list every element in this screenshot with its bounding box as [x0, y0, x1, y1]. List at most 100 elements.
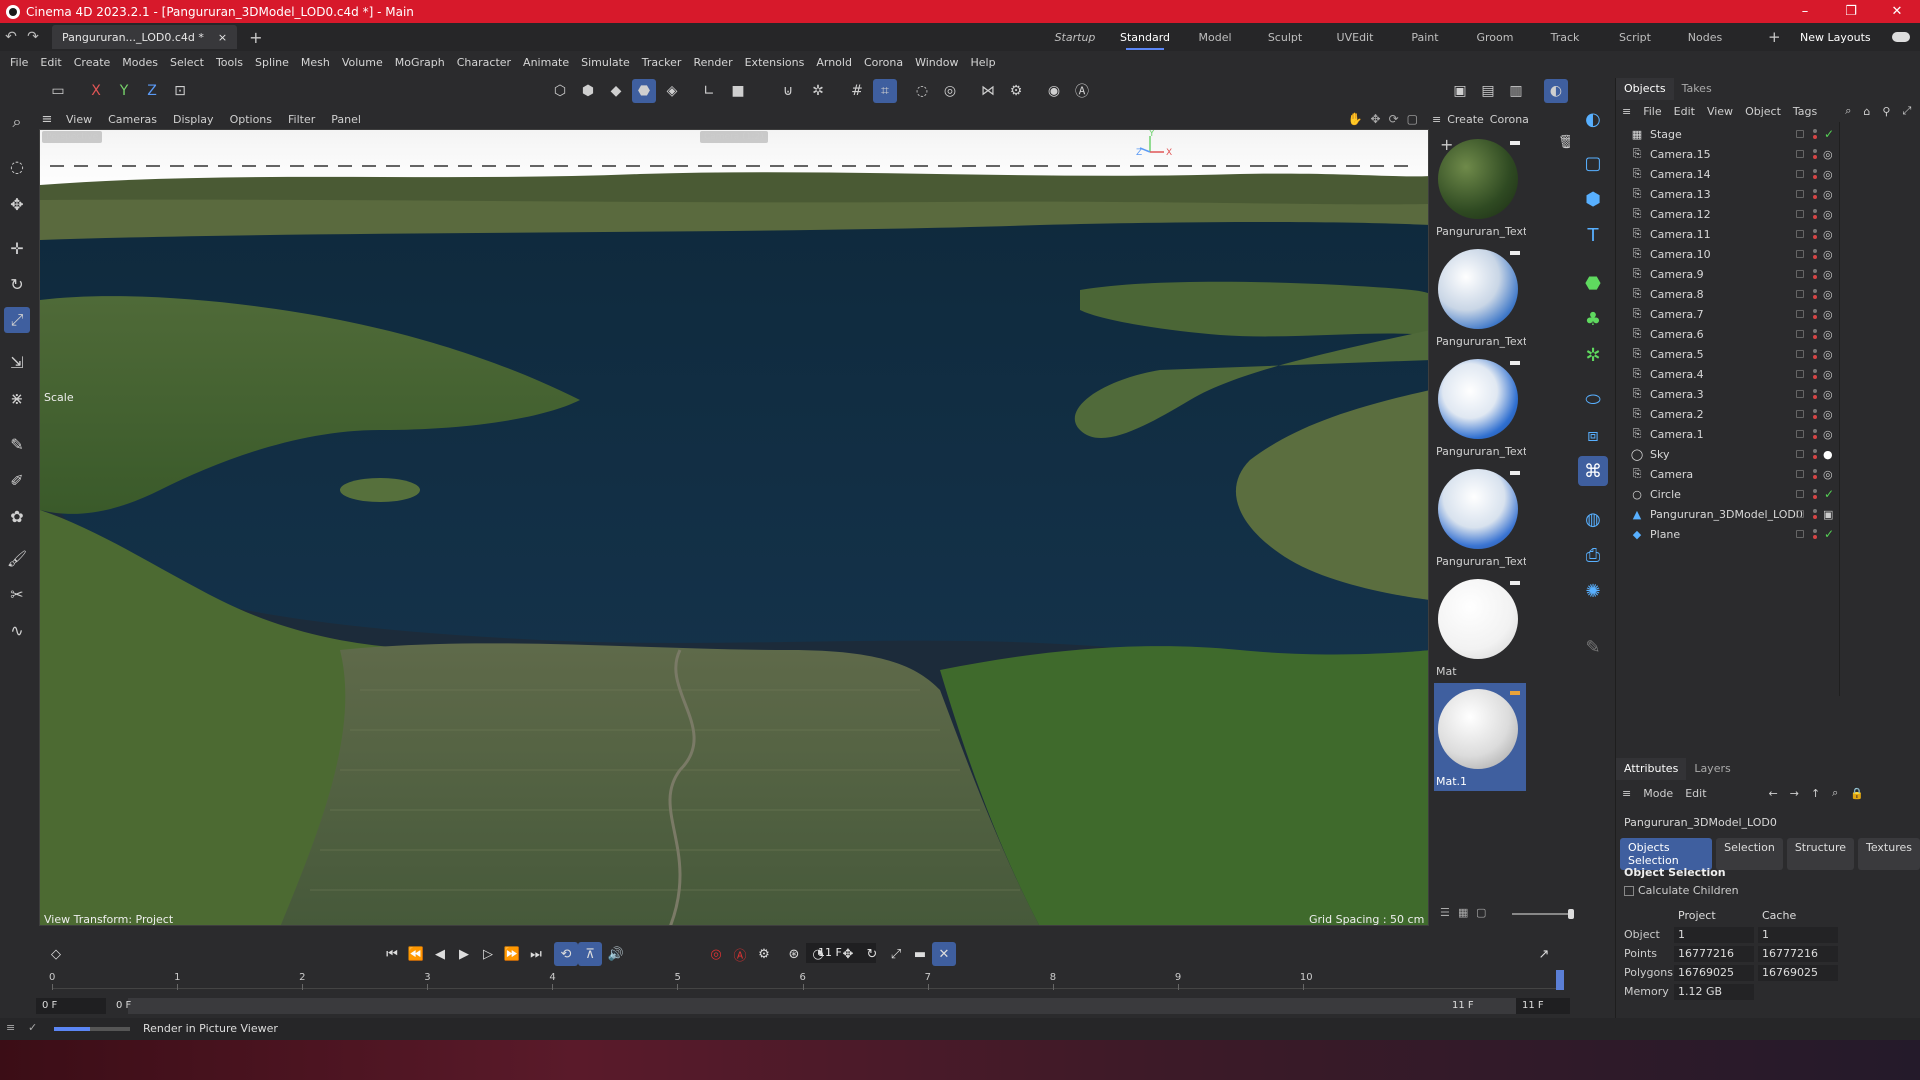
cloner-icon[interactable]: ♣	[1578, 304, 1608, 334]
generator-icon[interactable]: ⬣	[1578, 268, 1608, 298]
material-hamburger-icon[interactable]: ≡	[1432, 113, 1441, 126]
object-row[interactable]: ⎘ Camera.9 ◎	[1616, 264, 1920, 284]
camera-create-icon[interactable]: ⎙	[1578, 540, 1608, 570]
editor-visibility-dot[interactable]	[1813, 289, 1817, 293]
timeline-playhead[interactable]	[1556, 970, 1564, 990]
object-row[interactable]: ⎘ Camera.8 ◎	[1616, 284, 1920, 304]
menu-create[interactable]: Create	[68, 56, 117, 69]
thumbnail-size-knob[interactable]	[1568, 909, 1574, 919]
target-tag-icon[interactable]: ◎	[1823, 428, 1833, 441]
render-visibility-dot[interactable]	[1813, 495, 1817, 499]
target-tag-icon[interactable]: ◎	[1823, 308, 1833, 321]
render-visibility-dot[interactable]	[1813, 195, 1817, 199]
thumbnail-size-slider[interactable]	[1512, 913, 1572, 915]
render-settings-icon[interactable]: ◎	[938, 79, 962, 103]
move-tool-icon[interactable]: ✛	[4, 235, 30, 261]
tab-layers[interactable]: Layers	[1686, 758, 1738, 780]
render-visibility-dot[interactable]	[1813, 135, 1817, 139]
object-row[interactable]: ⎘ Camera.12 ◎	[1616, 204, 1920, 224]
material-menu-corona[interactable]: Corona	[1490, 113, 1529, 126]
close-button[interactable]: ✕	[1874, 0, 1920, 23]
status-menu-icon[interactable]: ≡	[6, 1021, 15, 1034]
viewport-navigation-icons[interactable]: ✋✥⟳▢	[1348, 112, 1426, 126]
editor-visibility-dot[interactable]	[1813, 429, 1817, 433]
object-row[interactable]: ⎘ Camera.10 ◎	[1616, 244, 1920, 264]
knife-tool-icon[interactable]: ✂	[4, 581, 30, 607]
subtab-textures[interactable]: Textures	[1858, 838, 1920, 870]
undo-icon[interactable]: ↶	[0, 29, 22, 45]
render-visibility-dot[interactable]	[1813, 295, 1817, 299]
object-row[interactable]: ⎘ Camera.7 ◎	[1616, 304, 1920, 324]
field-icon[interactable]: ⧈	[1578, 420, 1608, 450]
tab-takes[interactable]: Takes	[1674, 78, 1720, 100]
subtab-selection[interactable]: Selection	[1716, 838, 1783, 870]
viewport-menu-filter[interactable]: Filter	[280, 113, 323, 126]
visibility-toggle[interactable]	[1796, 210, 1804, 218]
material-swatch[interactable]: Pangururan_Textu	[1434, 133, 1526, 241]
attributes-hamburger-icon[interactable]: ≡	[1616, 787, 1637, 800]
render-visibility-dot[interactable]	[1813, 375, 1817, 379]
visibility-toggle[interactable]	[1796, 470, 1804, 478]
spline-pen-icon[interactable]: ✎	[4, 431, 30, 457]
forward-arrow-icon[interactable]: →	[1784, 787, 1805, 800]
object-mode-icon[interactable]: ⬣	[632, 79, 656, 103]
sound-icon[interactable]: 🔊	[604, 942, 628, 966]
editor-visibility-dot[interactable]	[1813, 229, 1817, 233]
editor-visibility-dot[interactable]	[1813, 369, 1817, 373]
target-tag-icon[interactable]: ◎	[1823, 388, 1833, 401]
editor-visibility-dot[interactable]	[1813, 189, 1817, 193]
layout-toggle[interactable]	[1892, 32, 1910, 42]
visibility-toggle[interactable]	[1796, 290, 1804, 298]
timeline-window-icon[interactable]: ↗	[1532, 942, 1556, 966]
object-row[interactable]: ⎘ Camera.13 ◎	[1616, 184, 1920, 204]
sculpt-tool-icon[interactable]: ✿	[4, 503, 30, 529]
object-row[interactable]: ⎘ Camera ◎	[1616, 464, 1920, 484]
timeline-ruler[interactable]: 0 1 2 3 4 5 6 7 8 9 10	[36, 970, 1570, 998]
render-visibility-dot[interactable]	[1813, 335, 1817, 339]
tab-attributes[interactable]: Attributes	[1616, 758, 1687, 780]
menu-mograph[interactable]: MoGraph	[389, 56, 451, 69]
visibility-toggle[interactable]	[1796, 350, 1804, 358]
material-swatch[interactable]: Mat.1	[1434, 683, 1526, 791]
up-arrow-icon[interactable]: ↑	[1805, 787, 1826, 800]
active-camera-tag[interactable]: Camera (1:2)	[700, 131, 768, 143]
editor-visibility-dot[interactable]	[1813, 209, 1817, 213]
visibility-toggle[interactable]	[1796, 230, 1804, 238]
visibility-toggle[interactable]	[1796, 490, 1804, 498]
check-tag-icon[interactable]: ✓	[1824, 487, 1834, 501]
viewport-solo-icon[interactable]: ◉	[1042, 79, 1066, 103]
visibility-toggle[interactable]	[1796, 270, 1804, 278]
polygons-mode-icon[interactable]: ◆	[604, 79, 628, 103]
render-visibility-dot[interactable]	[1813, 395, 1817, 399]
visibility-toggle[interactable]	[1796, 390, 1804, 398]
snap-settings-icon[interactable]: ✲	[806, 79, 830, 103]
next-key-icon[interactable]: ⏩	[500, 942, 524, 966]
layout-tab-script[interactable]: Script	[1600, 31, 1670, 44]
render-visibility-dot[interactable]	[1813, 535, 1817, 539]
visibility-toggle[interactable]	[1796, 170, 1804, 178]
render-visibility-dot[interactable]	[1813, 275, 1817, 279]
document-tab[interactable]: Pangururan..._LOD0.c4d * ×	[52, 25, 238, 49]
menu-select[interactable]: Select	[164, 56, 210, 69]
range-bar[interactable]	[128, 998, 1518, 1014]
target-tag-icon[interactable]: ◎	[1823, 348, 1833, 361]
environment-icon[interactable]: ◍	[1578, 504, 1608, 534]
editor-visibility-dot[interactable]	[1813, 309, 1817, 313]
solo-icon[interactable]: ■	[726, 79, 750, 103]
list-view-icon[interactable]: ☰	[1440, 906, 1450, 919]
object-row[interactable]: ⎘ Camera.4 ◎	[1616, 364, 1920, 384]
object-row[interactable]: ⎘ Camera.2 ◎	[1616, 404, 1920, 424]
close-tab-icon[interactable]: ×	[218, 31, 227, 44]
render-picture-viewer-icon[interactable]: ▤	[1476, 79, 1500, 103]
menu-tools[interactable]: Tools	[210, 56, 249, 69]
visibility-toggle[interactable]	[1796, 250, 1804, 258]
render-visibility-dot[interactable]	[1813, 415, 1817, 419]
maximize-button[interactable]: ❐	[1828, 0, 1874, 23]
menu-mesh[interactable]: Mesh	[295, 56, 336, 69]
start-frame-field[interactable]: 0 F	[36, 998, 106, 1014]
editor-visibility-dot[interactable]	[1813, 509, 1817, 513]
model-mode-icon[interactable]: ▭	[46, 79, 70, 103]
tab-objects[interactable]: Objects	[1616, 78, 1674, 100]
end-frame-field[interactable]: 11 F	[1516, 998, 1570, 1014]
render-visibility-dot[interactable]	[1813, 515, 1817, 519]
